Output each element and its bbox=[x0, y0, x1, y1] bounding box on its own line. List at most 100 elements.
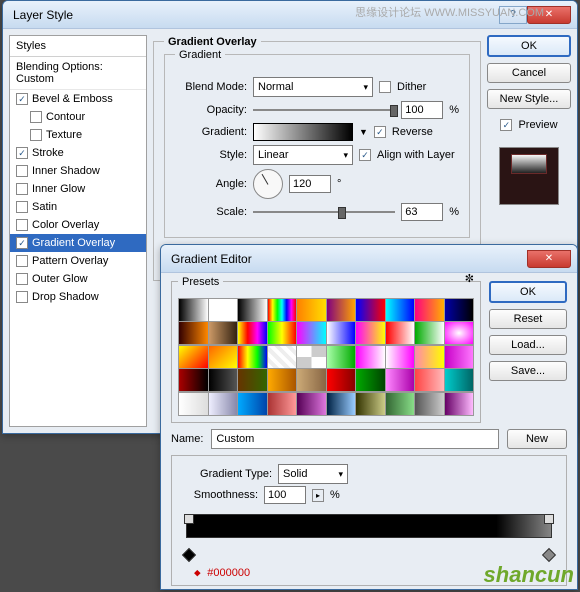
preset-swatch[interactable] bbox=[415, 322, 444, 344]
preset-swatch[interactable] bbox=[386, 369, 415, 391]
angle-input[interactable] bbox=[289, 175, 331, 193]
cancel-button[interactable]: Cancel bbox=[487, 63, 571, 83]
opacity-slider[interactable] bbox=[253, 101, 395, 119]
smoothness-input[interactable] bbox=[264, 486, 306, 504]
preset-swatch[interactable] bbox=[445, 299, 474, 321]
blending-options[interactable]: Blending Options: Custom bbox=[10, 57, 146, 90]
blend-mode-select[interactable]: Normal bbox=[253, 77, 373, 97]
preset-swatch[interactable] bbox=[209, 346, 238, 368]
preset-swatch[interactable] bbox=[238, 299, 267, 321]
preset-swatch[interactable] bbox=[297, 369, 326, 391]
preset-swatch[interactable] bbox=[209, 369, 238, 391]
style-item-contour[interactable]: Contour bbox=[10, 108, 146, 126]
titlebar[interactable]: Gradient Editor bbox=[161, 245, 577, 273]
preset-swatch[interactable] bbox=[445, 346, 474, 368]
preset-swatch[interactable] bbox=[415, 346, 444, 368]
reverse-checkbox[interactable] bbox=[374, 126, 386, 138]
style-select[interactable]: Linear bbox=[253, 145, 353, 165]
preset-swatch[interactable] bbox=[179, 322, 208, 344]
gradient-swatch[interactable] bbox=[253, 123, 353, 141]
preset-swatch[interactable] bbox=[209, 299, 238, 321]
preset-swatch[interactable] bbox=[386, 322, 415, 344]
preset-swatch[interactable] bbox=[179, 299, 208, 321]
align-checkbox[interactable] bbox=[359, 149, 371, 161]
angle-dial[interactable] bbox=[253, 169, 283, 199]
preset-swatch[interactable] bbox=[209, 322, 238, 344]
ge-save-button[interactable]: Save... bbox=[489, 361, 567, 381]
preset-swatch[interactable] bbox=[268, 322, 297, 344]
style-item-bevel-emboss[interactable]: Bevel & Emboss bbox=[10, 90, 146, 108]
preset-swatch[interactable] bbox=[297, 393, 326, 415]
style-item-gradient-overlay[interactable]: Gradient Overlay bbox=[10, 234, 146, 252]
color-stop-right[interactable] bbox=[542, 548, 556, 562]
preset-swatch[interactable] bbox=[268, 369, 297, 391]
preset-swatch[interactable] bbox=[386, 299, 415, 321]
style-item-pattern-overlay[interactable]: Pattern Overlay bbox=[10, 252, 146, 270]
style-item-texture[interactable]: Texture bbox=[10, 126, 146, 144]
opacity-stop-left[interactable] bbox=[184, 514, 194, 524]
style-item-inner-shadow[interactable]: Inner Shadow bbox=[10, 162, 146, 180]
preset-swatch[interactable] bbox=[356, 393, 385, 415]
preset-swatch[interactable] bbox=[386, 393, 415, 415]
new-gradient-button[interactable]: New bbox=[507, 429, 567, 449]
preview-checkbox[interactable] bbox=[500, 119, 512, 131]
presets-menu-icon[interactable]: ✼ bbox=[465, 272, 474, 285]
style-checkbox[interactable] bbox=[16, 219, 28, 231]
style-checkbox[interactable] bbox=[16, 273, 28, 285]
ge-reset-button[interactable]: Reset bbox=[489, 309, 567, 329]
close-button[interactable] bbox=[527, 250, 571, 268]
preset-swatch[interactable] bbox=[445, 369, 474, 391]
preset-swatch[interactable] bbox=[356, 299, 385, 321]
preset-swatch[interactable] bbox=[356, 369, 385, 391]
preset-swatch[interactable] bbox=[179, 369, 208, 391]
preset-swatch[interactable] bbox=[297, 346, 326, 368]
preset-swatch[interactable] bbox=[268, 346, 297, 368]
preset-swatch[interactable] bbox=[238, 346, 267, 368]
preset-swatch[interactable] bbox=[415, 369, 444, 391]
preset-swatch[interactable] bbox=[445, 393, 474, 415]
preset-swatch[interactable] bbox=[445, 322, 474, 344]
opacity-stop-right[interactable] bbox=[544, 514, 554, 524]
preset-swatch[interactable] bbox=[238, 393, 267, 415]
preset-swatch[interactable] bbox=[327, 369, 356, 391]
preset-swatch[interactable] bbox=[415, 393, 444, 415]
style-item-color-overlay[interactable]: Color Overlay bbox=[10, 216, 146, 234]
opacity-input[interactable] bbox=[401, 101, 443, 119]
style-checkbox[interactable] bbox=[16, 165, 28, 177]
preset-swatch[interactable] bbox=[209, 393, 238, 415]
preset-swatch[interactable] bbox=[415, 299, 444, 321]
preset-swatch[interactable] bbox=[327, 346, 356, 368]
scale-slider[interactable] bbox=[253, 203, 395, 221]
preset-swatch[interactable] bbox=[268, 299, 297, 321]
preset-swatch[interactable] bbox=[327, 299, 356, 321]
preset-swatch[interactable] bbox=[327, 322, 356, 344]
gradient-bar[interactable] bbox=[180, 514, 558, 566]
style-item-satin[interactable]: Satin bbox=[10, 198, 146, 216]
styles-header[interactable]: Styles bbox=[10, 36, 146, 57]
style-item-drop-shadow[interactable]: Drop Shadow bbox=[10, 288, 146, 306]
preset-swatch[interactable] bbox=[268, 393, 297, 415]
preset-swatch[interactable] bbox=[386, 346, 415, 368]
preset-swatch[interactable] bbox=[356, 322, 385, 344]
color-stop-left[interactable] bbox=[182, 548, 196, 562]
new-style-button[interactable]: New Style... bbox=[487, 89, 571, 109]
style-checkbox[interactable] bbox=[16, 147, 28, 159]
name-input[interactable] bbox=[211, 429, 499, 449]
preset-swatch[interactable] bbox=[356, 346, 385, 368]
style-checkbox[interactable] bbox=[16, 255, 28, 267]
preset-swatch[interactable] bbox=[238, 369, 267, 391]
preset-swatch[interactable] bbox=[179, 393, 208, 415]
ge-load-button[interactable]: Load... bbox=[489, 335, 567, 355]
preset-swatch[interactable] bbox=[297, 299, 326, 321]
style-item-inner-glow[interactable]: Inner Glow bbox=[10, 180, 146, 198]
style-checkbox[interactable] bbox=[30, 129, 42, 141]
style-checkbox[interactable] bbox=[16, 237, 28, 249]
style-checkbox[interactable] bbox=[16, 183, 28, 195]
preset-swatch[interactable] bbox=[297, 322, 326, 344]
ge-ok-button[interactable]: OK bbox=[489, 281, 567, 303]
scale-input[interactable] bbox=[401, 203, 443, 221]
style-item-outer-glow[interactable]: Outer Glow bbox=[10, 270, 146, 288]
dither-checkbox[interactable] bbox=[379, 81, 391, 93]
ok-button[interactable]: OK bbox=[487, 35, 571, 57]
preset-swatch[interactable] bbox=[327, 393, 356, 415]
